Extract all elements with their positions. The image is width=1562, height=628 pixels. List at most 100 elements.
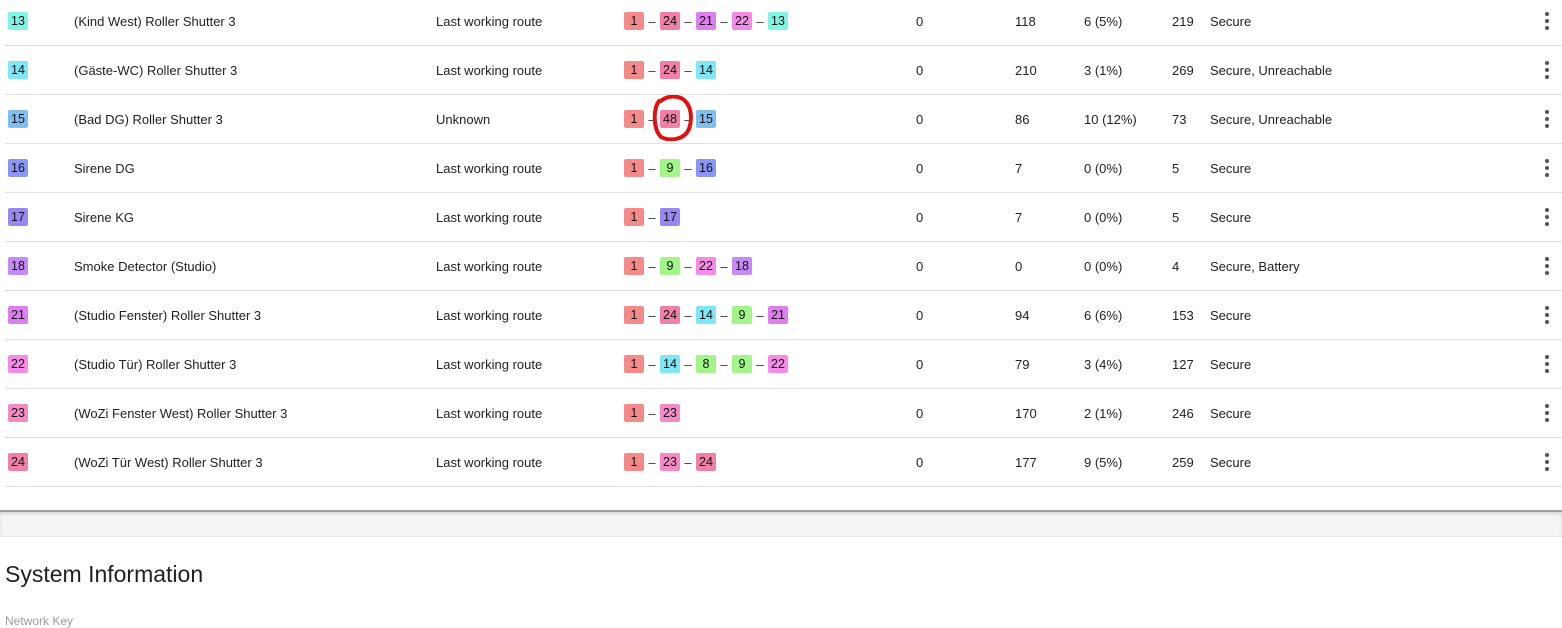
more-vertical-icon[interactable] [1545,12,1549,30]
table-row[interactable]: 18 Smoke Detector (Studio) Last working ro… [5,242,1562,291]
route-node-badge: 1 [624,404,644,422]
stat-value-4: 246 [1172,405,1194,421]
stat-value-3: 3 (4%) [1084,356,1123,372]
stat-value-4: 153 [1172,307,1194,323]
stat-value-3: 0 (0%) [1084,258,1123,274]
node-id-badge: 24 [8,453,28,471]
route-separator: – [684,454,692,470]
stat-value-2: 118 [1015,13,1036,29]
route-node-badge: 9 [660,257,680,275]
route-status: Last working route [436,307,543,323]
node-id-badge: 14 [8,61,28,79]
route-node-badge: 23 [660,404,680,422]
route-separator: – [756,13,764,29]
stat-value-2: 94 [1015,307,1030,323]
stat-value-1: 0 [916,111,924,127]
table-row[interactable]: 23 (WoZi Fenster West) Roller Shutter 3 La… [5,389,1562,438]
node-name: Smoke Detector (Studio) [74,258,217,274]
table-row[interactable]: 16 Sirene DG Last working route 1–9–16 0 7 0 (… [5,144,1562,193]
row-menu-button[interactable] [1537,95,1557,143]
route-path: 1–9–22–18 [624,242,752,290]
more-vertical-icon[interactable] [1545,110,1549,128]
node-flags: Secure, Unreachable [1210,111,1333,127]
route-status: Last working route [436,258,543,274]
route-separator: – [648,307,656,323]
stat-value-3: 0 (0%) [1084,209,1123,225]
route-node-badge: 22 [696,257,716,275]
node-name: (Studio Tür) Roller Shutter 3 [74,356,237,372]
table-row[interactable]: 21 (Studio Fenster) Roller Shutter 3 Last … [5,291,1562,340]
stat-value-1: 0 [916,160,924,176]
route-path: 1–23 [624,389,680,437]
stat-value-1: 0 [916,13,924,29]
more-vertical-icon[interactable] [1545,355,1549,373]
route-path: 1–9–16 [624,144,716,192]
route-node-badge: 22 [732,12,752,30]
route-node-badge: 9 [732,306,752,324]
route-path: 1–14–8–9–22 [624,340,788,388]
route-status: Last working route [436,405,543,421]
route-status: Unknown [436,111,491,127]
more-vertical-icon[interactable] [1545,257,1549,275]
route-separator: – [720,307,728,323]
row-menu-button[interactable] [1537,438,1557,486]
route-separator: – [648,356,656,372]
row-menu-button[interactable] [1537,144,1557,192]
node-id-cell: 16 [8,144,28,192]
route-separator: – [720,356,728,372]
route-path: 1–24–14–9–21 [624,291,788,339]
node-name: (Gäste-WC) Roller Shutter 3 [74,62,238,78]
table-row[interactable]: 24 (WoZi Tür West) Roller Shutter 3 Last w… [5,438,1562,487]
row-menu-button[interactable] [1537,291,1557,339]
route-node-badge: 9 [732,355,752,373]
route-status: Last working route [436,209,543,225]
row-menu-button[interactable] [1537,389,1557,437]
table-row[interactable]: 17 Sirene KG Last working route 1–17 0 7 0 (0%… [5,193,1562,242]
row-menu-button[interactable] [1537,340,1557,388]
route-node-badge: 21 [768,306,788,324]
route-node-badge: 8 [696,355,716,373]
route-path: 1–24–21–22–13 [624,0,788,45]
route-node-badge: 13 [768,12,788,30]
node-id-badge: 15 [8,110,28,128]
table-row[interactable]: 13 (Kind West) Roller Shutter 3 Last worki… [5,0,1562,46]
more-vertical-icon[interactable] [1545,453,1549,471]
node-flags: Secure [1210,209,1252,225]
node-id-badge: 17 [8,208,28,226]
node-name: (WoZi Tür West) Roller Shutter 3 [74,454,263,470]
row-menu-button[interactable] [1537,242,1557,290]
more-vertical-icon[interactable] [1545,159,1549,177]
node-flags: Secure, Unreachable [1210,62,1333,78]
route-node-badge: 1 [624,355,644,373]
route-separator: – [684,111,692,127]
more-vertical-icon[interactable] [1545,208,1549,226]
table-row[interactable]: 15 (Bad DG) Roller Shutter 3 Unknown 1–48–1… [5,95,1562,144]
node-id-cell: 22 [8,340,28,388]
route-separator: – [648,111,656,127]
more-vertical-icon[interactable] [1545,61,1549,79]
stat-value-4: 5 [1172,160,1180,176]
more-vertical-icon[interactable] [1545,404,1549,422]
stat-value-4: 127 [1172,356,1194,372]
node-id-badge: 16 [8,159,28,177]
node-id-cell: 14 [8,46,28,94]
node-id-badge: 22 [8,355,28,373]
route-separator: – [648,209,656,225]
route-node-badge: 48 [660,110,680,128]
node-name: Sirene DG [74,160,135,176]
table-row[interactable]: 22 (Studio Tür) Roller Shutter 3 Last work… [5,340,1562,389]
stat-value-1: 0 [916,454,924,470]
section-subtitle: Network Key [5,614,74,628]
node-name: Sirene KG [74,209,134,225]
row-menu-button[interactable] [1537,193,1557,241]
route-node-badge: 14 [696,61,716,79]
route-separator: – [684,307,692,323]
route-node-badge: 22 [768,355,788,373]
route-status: Last working route [436,454,543,470]
stat-value-3: 0 (0%) [1084,160,1123,176]
route-separator: – [648,13,656,29]
table-row[interactable]: 14 (Gäste-WC) Roller Shutter 3 Last workin… [5,46,1562,95]
row-menu-button[interactable] [1537,46,1557,94]
row-menu-button[interactable] [1537,0,1557,45]
more-vertical-icon[interactable] [1545,306,1549,324]
